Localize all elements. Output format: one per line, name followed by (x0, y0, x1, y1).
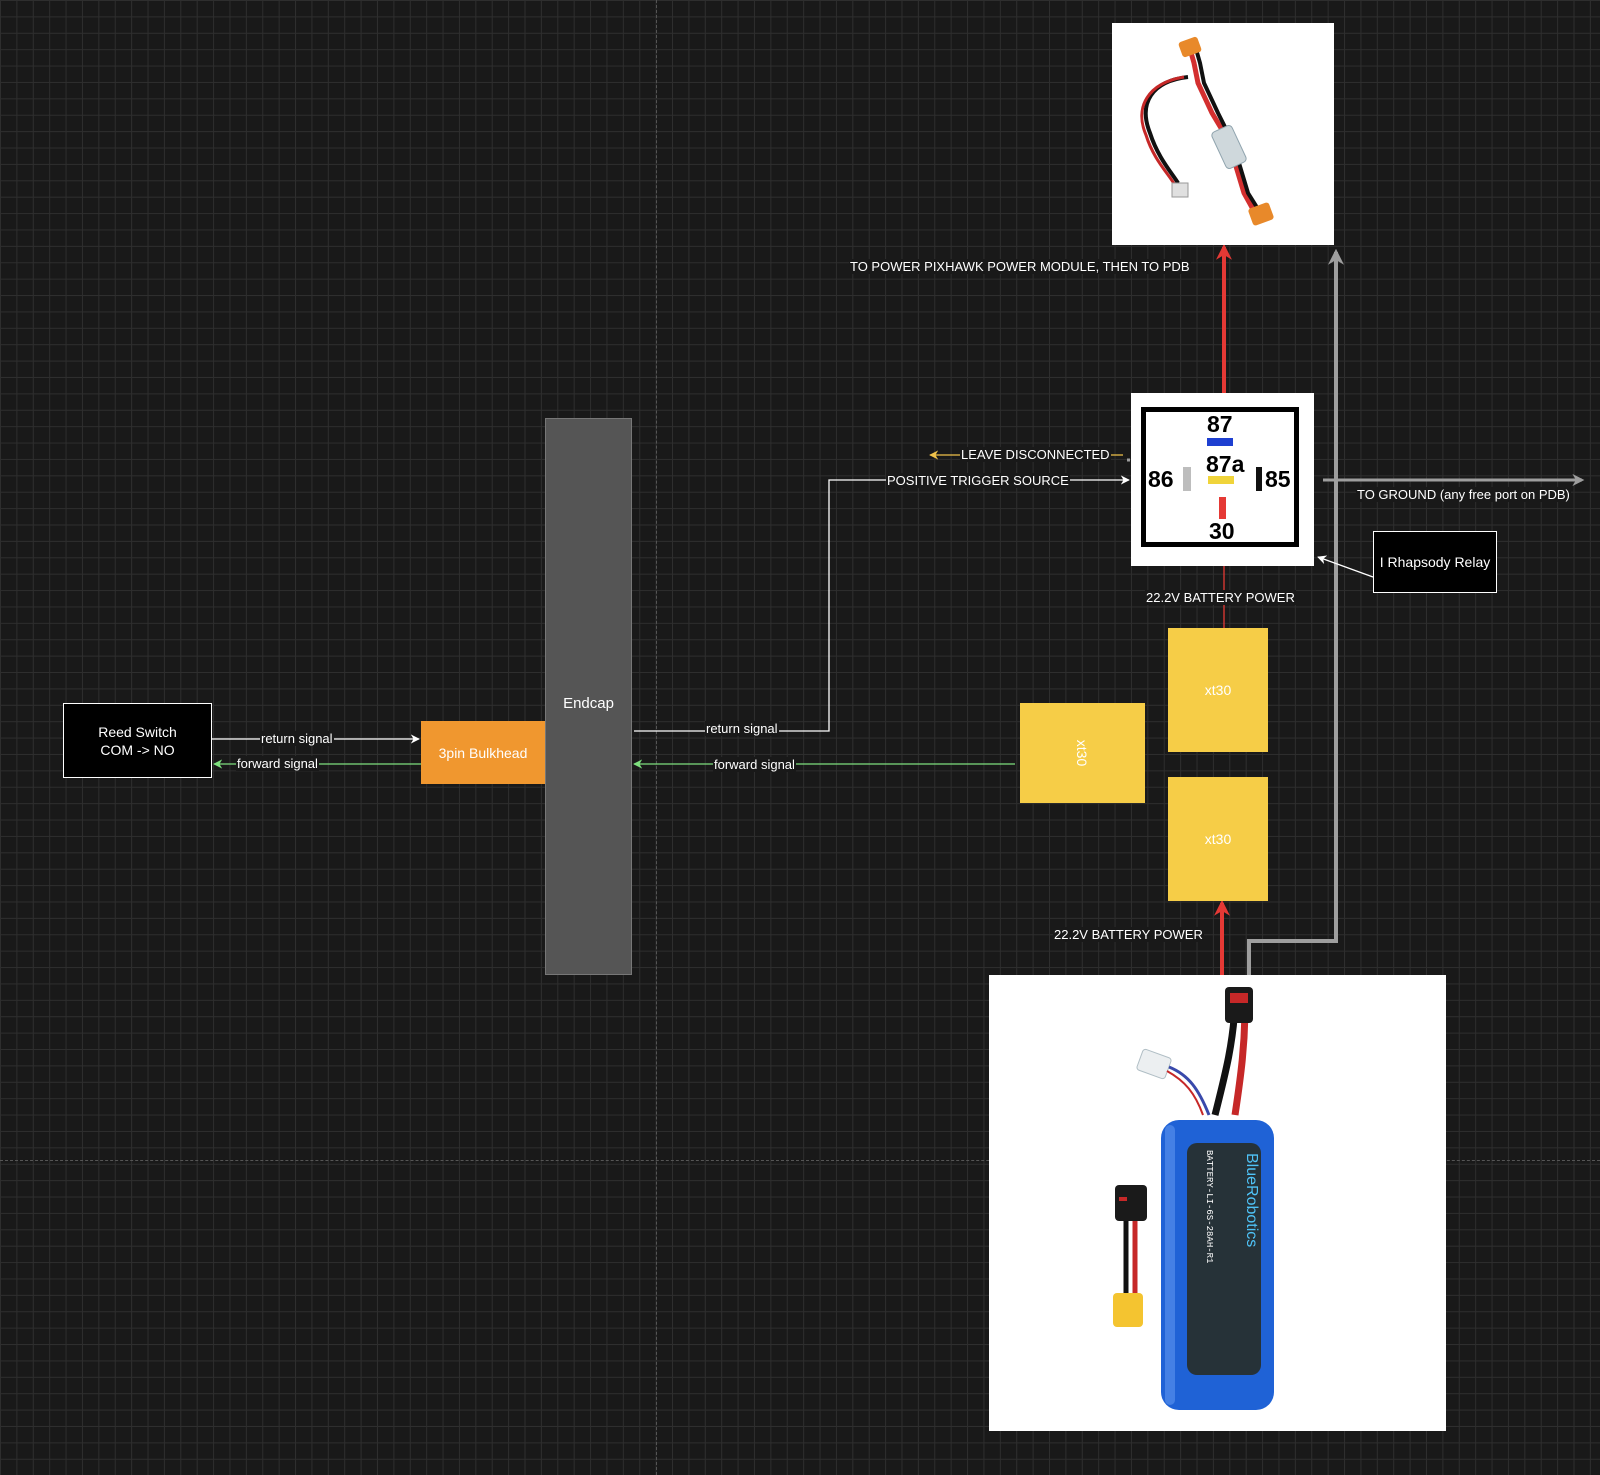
label-reed-return: return signal (260, 731, 334, 746)
relay-pin-87a: 87a (1206, 451, 1245, 477)
xt30-bottom-label: xt30 (1204, 831, 1232, 847)
relay-pin-86: 86 (1148, 466, 1174, 492)
wire-endcap-return (634, 475, 1130, 732)
label-battery-power-top: 22.2V BATTERY POWER (1145, 590, 1296, 605)
relay-pin-87: 87 (1207, 411, 1233, 437)
label-leave-disconnected: LEAVE DISCONNECTED (960, 447, 1111, 462)
wire-relay-label-pointer (1317, 555, 1374, 578)
relay-pin-87a-terminal (1208, 476, 1234, 484)
reed-switch-node[interactable]: Reed Switch COM -> NO (63, 703, 212, 778)
battery-illustration: BlueRobotics BATTERY-LI-6S-28AH-R1 (1113, 987, 1274, 1410)
label-endcap-return: return signal (705, 721, 779, 736)
relay-label-text: I Rhapsody Relay (1379, 554, 1491, 570)
relay-pin-30-terminal (1219, 497, 1226, 519)
relay-image: 87 87a 86 85 30 (1131, 393, 1314, 566)
label-battery-power-bottom: 22.2V BATTERY POWER (1053, 927, 1204, 942)
power-module-image (1112, 23, 1334, 245)
relay-pin-87-terminal (1207, 438, 1233, 446)
relay-pin-85-terminal (1256, 467, 1262, 491)
label-to-ground: TO GROUND (any free port on PDB) (1356, 487, 1571, 502)
label-positive-trigger: POSITIVE TRIGGER SOURCE (886, 473, 1070, 488)
reed-switch-subtitle: COM -> NO (100, 741, 175, 758)
battery-image: BlueRobotics BATTERY-LI-6S-28AH-R1 (989, 975, 1446, 1431)
bulkhead-label: 3pin Bulkhead (438, 744, 528, 761)
xt30-top-label: xt30 (1204, 682, 1232, 698)
xt30-connector-middle[interactable]: xt30 (1020, 703, 1145, 803)
bulkhead-node[interactable]: 3pin Bulkhead (421, 721, 545, 784)
relay-pin-86-terminal (1183, 467, 1191, 491)
xt30-connector-top[interactable]: xt30 (1168, 628, 1268, 752)
label-reed-forward: forward signal (236, 756, 319, 771)
relay-pin-30: 30 (1209, 518, 1235, 544)
relay-label-node[interactable]: I Rhapsody Relay (1373, 531, 1497, 593)
relay-body: 87 87a 86 85 30 (1141, 407, 1299, 547)
battery-brand: BlueRobotics (1243, 1153, 1260, 1247)
xt30-middle-label: xt30 (1074, 739, 1091, 767)
xt30-connector-bottom[interactable]: xt30 (1168, 777, 1268, 901)
label-to-power-module: TO POWER PIXHAWK POWER MODULE, THEN TO P… (849, 259, 1191, 274)
battery-model: BATTERY-LI-6S-28AH-R1 (1204, 1150, 1214, 1263)
relay-pin-85: 85 (1265, 466, 1291, 492)
endcap-label: Endcap (563, 695, 614, 712)
endcap-node[interactable]: Endcap (545, 418, 632, 975)
power-module-illustration (1140, 36, 1274, 226)
reed-switch-title: Reed Switch (98, 723, 177, 740)
label-endcap-forward: forward signal (713, 757, 796, 772)
